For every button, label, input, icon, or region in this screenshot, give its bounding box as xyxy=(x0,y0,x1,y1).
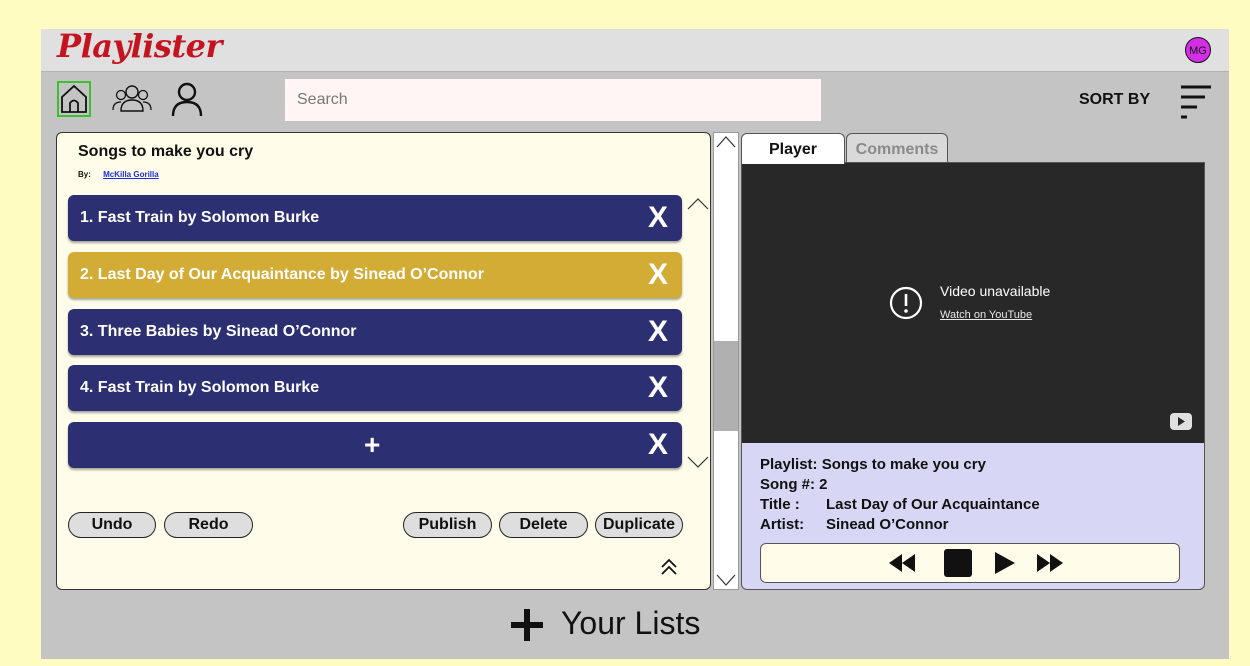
song-number-label: Song #: xyxy=(760,476,815,493)
playlist-value: Songs to make you cry xyxy=(821,456,986,473)
scrollbar-thumb[interactable] xyxy=(714,341,738,431)
avatar[interactable]: MG xyxy=(1185,37,1211,63)
panel-scrollbar[interactable] xyxy=(713,132,739,590)
app-logo: Playlister xyxy=(57,27,222,65)
plus-icon xyxy=(511,609,543,641)
player-controls xyxy=(760,543,1180,583)
song-card-active[interactable]: 2. Last Day of Our Acquaintance by Sinea… xyxy=(68,252,682,298)
collapse-icon[interactable] xyxy=(659,557,679,577)
watch-on-youtube-link[interactable]: Watch on YouTube xyxy=(940,309,1032,321)
song-title: 4. Fast Train by Solomon Burke xyxy=(80,379,320,396)
fast-forward-icon[interactable] xyxy=(1035,552,1065,579)
song-title: 2. Last Day of Our Acquaintance by Sinea… xyxy=(80,266,484,283)
undo-button[interactable]: Undo xyxy=(68,512,156,538)
remove-song-button[interactable]: X xyxy=(648,258,668,292)
remove-song-button[interactable]: X xyxy=(648,201,668,235)
song-card[interactable]: 3. Three Babies by Sinead O’Connor X xyxy=(68,309,682,355)
delete-button[interactable]: Delete xyxy=(499,512,588,538)
tab-comments[interactable]: Comments xyxy=(846,133,948,163)
stop-icon[interactable] xyxy=(943,548,973,583)
rewind-icon[interactable] xyxy=(887,552,917,579)
song-title: 1. Fast Train by Solomon Burke xyxy=(80,209,320,226)
app-window: Playlister MG SORT BY xyxy=(41,27,1229,659)
video-unavailable-text: Video unavailable xyxy=(940,283,1051,299)
alert-icon xyxy=(888,285,924,321)
your-lists-label: Your Lists xyxy=(561,605,701,641)
title-label: Title : xyxy=(760,496,800,513)
player-panel: Video unavailable Watch on YouTube Playl… xyxy=(741,162,1205,590)
song-card[interactable]: 1. Fast Train by Solomon Burke X xyxy=(68,195,682,241)
remove-song-button[interactable]: X xyxy=(648,371,668,405)
search-input[interactable] xyxy=(285,79,821,121)
sort-icon[interactable] xyxy=(1179,83,1213,119)
users-icon[interactable] xyxy=(111,83,153,115)
play-icon[interactable] xyxy=(993,550,1017,581)
add-song-button[interactable]: + xyxy=(364,429,380,461)
artist-label: Artist: xyxy=(760,516,805,533)
song-card[interactable]: 4. Fast Train by Solomon Burke X xyxy=(68,365,682,411)
song-title: 3. Three Babies by Sinead O’Connor xyxy=(80,323,357,340)
author-link[interactable]: McKilla Gorilla xyxy=(103,170,159,179)
song-list-scrollbar[interactable] xyxy=(685,195,711,471)
playlist-editor: Songs to make you cry By: McKilla Gorill… xyxy=(56,132,711,590)
tab-player[interactable]: Player xyxy=(741,133,845,164)
redo-button[interactable]: Redo xyxy=(164,512,253,538)
top-bar: Playlister MG xyxy=(41,27,1229,72)
sort-by-label[interactable]: SORT BY xyxy=(1079,91,1150,109)
remove-song-button[interactable]: X xyxy=(648,428,668,462)
remove-song-button[interactable]: X xyxy=(648,315,668,349)
playlist-byline: By: McKilla Gorilla xyxy=(78,170,159,179)
publish-button[interactable]: Publish xyxy=(403,512,492,538)
youtube-icon[interactable] xyxy=(1170,413,1192,430)
now-playing-info: Playlist: Songs to make you cry Song #: … xyxy=(760,455,1040,535)
home-icon[interactable] xyxy=(57,81,91,117)
song-number-value: 2 xyxy=(819,476,828,493)
by-label: By: xyxy=(78,170,91,179)
artist-value: Sinead O’Connor xyxy=(826,516,949,533)
video-player[interactable]: Video unavailable Watch on YouTube xyxy=(742,163,1204,443)
playlist-title: Songs to make you cry xyxy=(78,143,254,160)
title-value: Last Day of Our Acquaintance xyxy=(826,496,1040,513)
duplicate-button[interactable]: Duplicate xyxy=(595,512,683,538)
user-icon[interactable] xyxy=(169,81,205,117)
playlist-label: Playlist: xyxy=(760,456,818,473)
add-song-card[interactable]: + X xyxy=(68,422,682,468)
